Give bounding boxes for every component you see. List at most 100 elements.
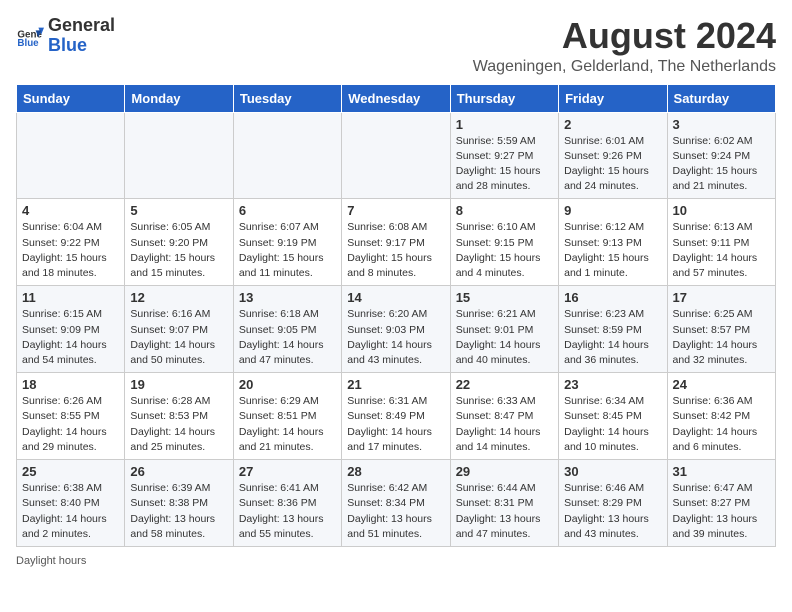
day-detail: Sunrise: 6:25 AM Sunset: 8:57 PM Dayligh… — [673, 307, 770, 368]
calendar-table: SundayMondayTuesdayWednesdayThursdayFrid… — [16, 84, 776, 547]
day-number: 22 — [456, 377, 553, 392]
calendar-day-cell — [17, 112, 125, 199]
day-number: 29 — [456, 464, 553, 479]
calendar-day-cell: 29Sunrise: 6:44 AM Sunset: 8:31 PM Dayli… — [450, 460, 558, 547]
calendar-day-cell: 22 Sunrise: 6:33 AM Sunset: 8:47 PM Dayli… — [450, 373, 558, 460]
day-number: 16 — [564, 290, 661, 305]
day-number: 2 — [564, 117, 661, 132]
calendar-day-cell — [342, 112, 450, 199]
day-number: 24 — [673, 377, 770, 392]
calendar-day-cell: 25Sunrise: 6:38 AM Sunset: 8:40 PM Dayli… — [17, 460, 125, 547]
calendar-day-cell: 8Sunrise: 6:10 AM Sunset: 9:15 PM Daylig… — [450, 199, 558, 286]
calendar-day-cell: 24 Sunrise: 6:36 AM Sunset: 8:42 PM Dayli… — [667, 373, 775, 460]
day-detail: Sunrise: 6:28 AM Sunset: 8:53 PM Dayligh… — [130, 394, 227, 455]
day-detail: Sunrise: 6:26 AM Sunset: 8:55 PM Dayligh… — [22, 394, 119, 455]
day-number: 31 — [673, 464, 770, 479]
footer-note: Daylight hours — [16, 555, 776, 567]
day-detail: Sunrise: 6:31 AM Sunset: 8:49 PM Dayligh… — [347, 394, 444, 455]
calendar-day-header: Friday — [559, 84, 667, 112]
day-detail: Sunrise: 6:08 AM Sunset: 9:17 PM Dayligh… — [347, 220, 444, 281]
calendar-day-cell: 17 Sunrise: 6:25 AM Sunset: 8:57 PM Dayli… — [667, 286, 775, 373]
day-number: 7 — [347, 203, 444, 218]
calendar-day-header: Tuesday — [233, 84, 341, 112]
day-number: 6 — [239, 203, 336, 218]
calendar-day-cell — [125, 112, 233, 199]
calendar-day-header: Saturday — [667, 84, 775, 112]
logo-icon: Gene Blue — [16, 22, 44, 50]
calendar-day-cell: 31 Sunrise: 6:47 AM Sunset: 8:27 PM Dayli… — [667, 460, 775, 547]
day-number: 21 — [347, 377, 444, 392]
day-detail: Sunrise: 6:46 AM Sunset: 8:29 PM Dayligh… — [564, 481, 661, 542]
calendar-day-header: Sunday — [17, 84, 125, 112]
calendar-day-cell: 23 Sunrise: 6:34 AM Sunset: 8:45 PM Dayli… — [559, 373, 667, 460]
day-detail: Sunrise: 6:41 AM Sunset: 8:36 PM Dayligh… — [239, 481, 336, 542]
day-detail: Sunrise: 6:13 AM Sunset: 9:11 PM Dayligh… — [673, 220, 770, 281]
location-subtitle: Wageningen, Gelderland, The Netherlands — [473, 58, 776, 76]
day-detail: Sunrise: 6:02 AM Sunset: 9:24 PM Dayligh… — [673, 134, 770, 195]
day-number: 14 — [347, 290, 444, 305]
day-detail: Sunrise: 6:42 AM Sunset: 8:34 PM Dayligh… — [347, 481, 444, 542]
header: Gene Blue General Blue August 2024 Wagen… — [16, 16, 776, 76]
day-number: 17 — [673, 290, 770, 305]
day-detail: Sunrise: 5:59 AM Sunset: 9:27 PM Dayligh… — [456, 134, 553, 195]
day-number: 28 — [347, 464, 444, 479]
logo-general-text: General — [48, 15, 115, 35]
calendar-day-cell: 7 Sunrise: 6:08 AM Sunset: 9:17 PM Daylig… — [342, 199, 450, 286]
day-number: 15 — [456, 290, 553, 305]
day-detail: Sunrise: 6:05 AM Sunset: 9:20 PM Dayligh… — [130, 220, 227, 281]
day-number: 19 — [130, 377, 227, 392]
calendar-day-cell: 14 Sunrise: 6:20 AM Sunset: 9:03 PM Dayli… — [342, 286, 450, 373]
day-detail: Sunrise: 6:18 AM Sunset: 9:05 PM Dayligh… — [239, 307, 336, 368]
day-detail: Sunrise: 6:21 AM Sunset: 9:01 PM Dayligh… — [456, 307, 553, 368]
calendar-day-cell: 19 Sunrise: 6:28 AM Sunset: 8:53 PM Dayli… — [125, 373, 233, 460]
calendar-day-cell: 16 Sunrise: 6:23 AM Sunset: 8:59 PM Dayli… — [559, 286, 667, 373]
day-number: 18 — [22, 377, 119, 392]
day-number: 20 — [239, 377, 336, 392]
calendar-day-cell — [233, 112, 341, 199]
calendar-week-row: 4 Sunrise: 6:04 AM Sunset: 9:22 PM Daylig… — [17, 199, 776, 286]
day-detail: Sunrise: 6:10 AM Sunset: 9:15 PM Dayligh… — [456, 220, 553, 281]
calendar-day-header: Wednesday — [342, 84, 450, 112]
calendar-day-cell: 26Sunrise: 6:39 AM Sunset: 8:38 PM Dayli… — [125, 460, 233, 547]
svg-text:Blue: Blue — [17, 38, 39, 49]
calendar-week-row: 1 Sunrise: 5:59 AM Sunset: 9:27 PM Daylig… — [17, 112, 776, 199]
day-detail: Sunrise: 6:36 AM Sunset: 8:42 PM Dayligh… — [673, 394, 770, 455]
calendar-day-cell: 28 Sunrise: 6:42 AM Sunset: 8:34 PM Dayli… — [342, 460, 450, 547]
day-number: 4 — [22, 203, 119, 218]
calendar-day-cell: 4 Sunrise: 6:04 AM Sunset: 9:22 PM Daylig… — [17, 199, 125, 286]
calendar-day-cell: 27 Sunrise: 6:41 AM Sunset: 8:36 PM Dayli… — [233, 460, 341, 547]
day-detail: Sunrise: 6:33 AM Sunset: 8:47 PM Dayligh… — [456, 394, 553, 455]
calendar-day-cell: 18 Sunrise: 6:26 AM Sunset: 8:55 PM Dayli… — [17, 373, 125, 460]
calendar-day-cell: 15 Sunrise: 6:21 AM Sunset: 9:01 PM Dayli… — [450, 286, 558, 373]
day-detail: Sunrise: 6:12 AM Sunset: 9:13 PM Dayligh… — [564, 220, 661, 281]
calendar-day-header: Thursday — [450, 84, 558, 112]
day-number: 11 — [22, 290, 119, 305]
day-detail: Sunrise: 6:07 AM Sunset: 9:19 PM Dayligh… — [239, 220, 336, 281]
calendar-day-cell: 10Sunrise: 6:13 AM Sunset: 9:11 PM Dayli… — [667, 199, 775, 286]
calendar-day-cell: 13Sunrise: 6:18 AM Sunset: 9:05 PM Dayli… — [233, 286, 341, 373]
day-detail: Sunrise: 6:34 AM Sunset: 8:45 PM Dayligh… — [564, 394, 661, 455]
day-detail: Sunrise: 6:39 AM Sunset: 8:38 PM Dayligh… — [130, 481, 227, 542]
day-detail: Sunrise: 6:15 AM Sunset: 9:09 PM Dayligh… — [22, 307, 119, 368]
day-detail: Sunrise: 6:47 AM Sunset: 8:27 PM Dayligh… — [673, 481, 770, 542]
day-number: 23 — [564, 377, 661, 392]
day-detail: Sunrise: 6:01 AM Sunset: 9:26 PM Dayligh… — [564, 134, 661, 195]
day-number: 27 — [239, 464, 336, 479]
calendar-week-row: 25Sunrise: 6:38 AM Sunset: 8:40 PM Dayli… — [17, 460, 776, 547]
calendar-day-cell: 9Sunrise: 6:12 AM Sunset: 9:13 PM Daylig… — [559, 199, 667, 286]
day-detail: Sunrise: 6:38 AM Sunset: 8:40 PM Dayligh… — [22, 481, 119, 542]
calendar-day-cell: 6 Sunrise: 6:07 AM Sunset: 9:19 PM Daylig… — [233, 199, 341, 286]
calendar-day-header: Monday — [125, 84, 233, 112]
day-detail: Sunrise: 6:20 AM Sunset: 9:03 PM Dayligh… — [347, 307, 444, 368]
calendar-day-cell: 20Sunrise: 6:29 AM Sunset: 8:51 PM Dayli… — [233, 373, 341, 460]
title-area: August 2024 Wageningen, Gelderland, The … — [473, 16, 776, 76]
logo: Gene Blue General Blue — [16, 16, 115, 56]
day-detail: Sunrise: 6:16 AM Sunset: 9:07 PM Dayligh… — [130, 307, 227, 368]
month-year-title: August 2024 — [473, 16, 776, 56]
day-number: 1 — [456, 117, 553, 132]
calendar-day-cell: 30Sunrise: 6:46 AM Sunset: 8:29 PM Dayli… — [559, 460, 667, 547]
calendar-day-cell: 12 Sunrise: 6:16 AM Sunset: 9:07 PM Dayli… — [125, 286, 233, 373]
day-number: 12 — [130, 290, 227, 305]
day-detail: Sunrise: 6:04 AM Sunset: 9:22 PM Dayligh… — [22, 220, 119, 281]
day-detail: Sunrise: 6:23 AM Sunset: 8:59 PM Dayligh… — [564, 307, 661, 368]
